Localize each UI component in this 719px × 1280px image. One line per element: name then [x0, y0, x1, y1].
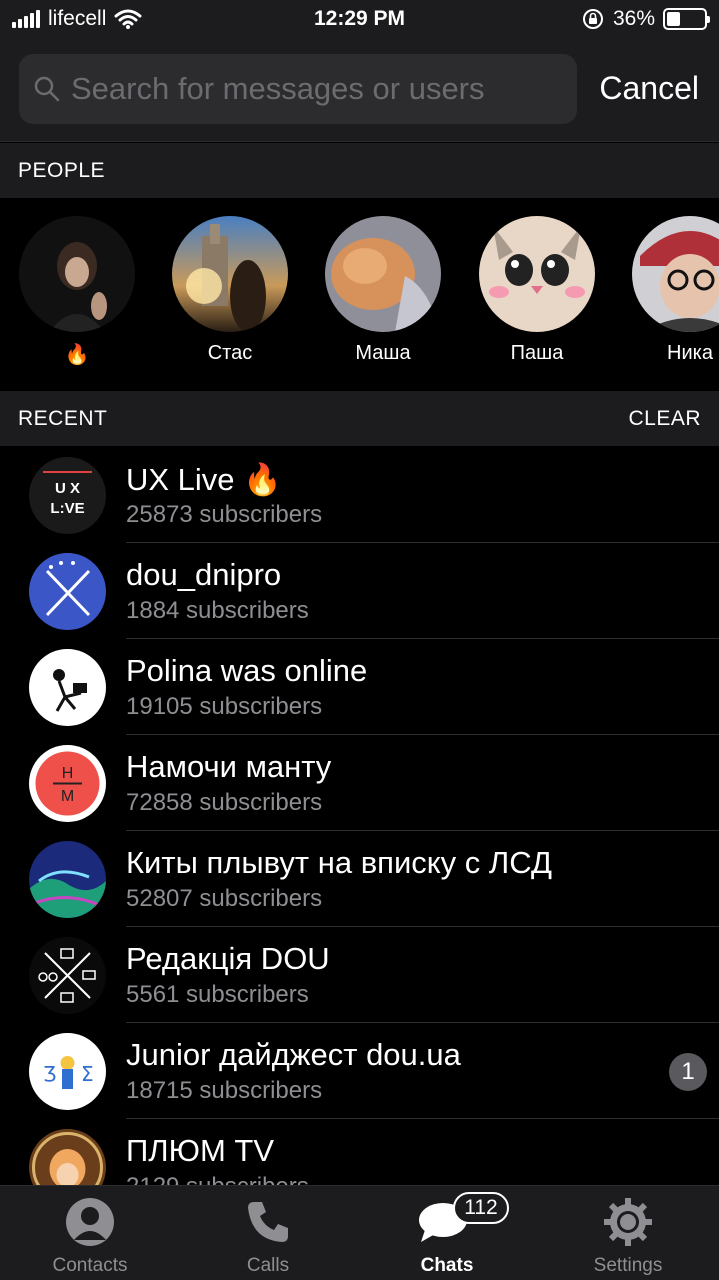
tab-bar: Contacts Calls 112 Chats Settings — [0, 1185, 719, 1280]
battery-fill — [667, 12, 680, 26]
person-name: 🔥 — [64, 344, 90, 366]
clear-button[interactable]: CLEAR — [628, 407, 701, 431]
avatar: U X L:VE — [29, 457, 106, 534]
search-header: Cancel — [0, 40, 719, 142]
avatar — [479, 216, 595, 332]
person-name: Паша — [510, 342, 564, 364]
list-item[interactable]: dou_dnipro 1884 subscribers — [0, 543, 719, 639]
search-screen: lifecell 12:29 PM 36% Search for message… — [0, 0, 719, 1280]
tab-calls[interactable]: Calls — [178, 1186, 358, 1280]
orientation-lock-icon — [582, 9, 603, 29]
list-item[interactable]: ПЛЮМ TV 2129 subscribers — [0, 1119, 719, 1185]
battery-icon — [663, 8, 710, 30]
tab-label: Settings — [593, 1255, 663, 1276]
status-right: 36% — [581, 7, 710, 31]
tab-settings[interactable]: Settings — [538, 1186, 718, 1280]
search-box[interactable] — [19, 54, 577, 124]
avatar-text: L:VE — [50, 500, 84, 517]
person-item[interactable]: Паша — [479, 216, 595, 365]
item-title: ПЛЮМ TV — [126, 1133, 274, 1168]
tab-label: Chats — [420, 1255, 474, 1276]
avatar: Ʒ Σ — [29, 1033, 106, 1110]
item-subtitle: 18715 subscribers — [126, 1077, 323, 1104]
item-subtitle: 25873 subscribers — [126, 501, 323, 528]
person-item[interactable]: Стас — [172, 216, 288, 365]
gear-icon — [604, 1198, 652, 1246]
item-subtitle: 1884 subscribers — [126, 597, 309, 624]
people-section-header: PEOPLE — [0, 143, 719, 198]
avatar: Н М — [29, 745, 106, 822]
item-title: Polina was online — [126, 653, 368, 688]
item-title: Намочи манту — [126, 749, 332, 784]
avatar — [29, 649, 106, 726]
person-item[interactable]: Маша — [325, 216, 441, 365]
item-title: Киты плывут на вписку с ЛСД — [126, 845, 552, 880]
avatar — [29, 937, 106, 1014]
item-title: dou_dnipro — [126, 557, 282, 592]
item-subtitle: 72858 subscribers — [126, 789, 323, 816]
list-item[interactable]: U X L:VE UX Live 🔥 25873 subscribers — [0, 447, 719, 543]
search-input[interactable] — [71, 71, 571, 107]
avatar — [29, 1129, 106, 1185]
tab-label: Calls — [246, 1255, 290, 1276]
item-title: UX Live 🔥 — [126, 462, 282, 497]
item-subtitle: 19105 subscribers — [126, 693, 323, 720]
search-icon — [34, 76, 60, 102]
chats-badge: 112 — [453, 1192, 509, 1224]
person-name: Маша — [355, 342, 411, 364]
avatar — [29, 841, 106, 918]
avatar-text: Н — [62, 765, 74, 782]
tab-contacts[interactable]: Contacts — [0, 1186, 180, 1280]
cancel-button[interactable]: Cancel — [599, 70, 699, 107]
list-item[interactable]: Ʒ Σ Junior дайджест dou.ua 18715 subscri… — [0, 1023, 719, 1119]
avatar-text: U X — [55, 480, 80, 497]
phone-icon — [248, 1202, 288, 1242]
status-bar: lifecell 12:29 PM 36% — [0, 0, 719, 40]
avatar — [29, 553, 106, 630]
unread-badge: 1 — [669, 1053, 707, 1091]
people-row[interactable]: 🔥 Стас Маша Паша Ника — [0, 198, 719, 390]
tab-label: Contacts — [52, 1255, 128, 1276]
item-subtitle: 2129 subscribers — [126, 1173, 309, 1185]
list-item[interactable]: Редакція DOU 5561 subscribers — [0, 927, 719, 1023]
avatar — [325, 216, 441, 332]
person-item[interactable]: Ника — [632, 216, 719, 365]
avatar — [172, 216, 288, 332]
list-item[interactable]: Киты плывут на вписку с ЛСД 52807 subscr… — [0, 831, 719, 927]
battery-percent: 36% — [612, 7, 655, 30]
item-title: Junior дайджест dou.ua — [126, 1037, 461, 1072]
person-item[interactable]: 🔥 — [19, 216, 135, 367]
person-icon — [66, 1198, 114, 1246]
recent-header-label: RECENT — [18, 406, 108, 430]
list-item[interactable]: Н М Намочи манту 72858 subscribers — [0, 735, 719, 831]
person-name: Стас — [207, 342, 253, 364]
avatar — [632, 216, 719, 332]
avatar-text: М — [61, 788, 74, 805]
avatar — [19, 216, 135, 332]
person-name: Ника — [667, 342, 713, 364]
item-subtitle: 52807 subscribers — [126, 885, 323, 912]
recent-list: U X L:VE UX Live 🔥 25873 subscribers dou… — [0, 447, 719, 1185]
svg-text:Ʒ: Ʒ — [43, 1062, 56, 1086]
people-header-label: PEOPLE — [18, 158, 106, 182]
item-title: Редакція DOU — [126, 941, 330, 976]
item-subtitle: 5561 subscribers — [126, 981, 309, 1008]
list-item[interactable]: Polina was online 19105 subscribers — [0, 639, 719, 735]
svg-text:Σ: Σ — [81, 1062, 94, 1086]
recent-section-header: RECENT CLEAR — [0, 391, 719, 446]
tab-chats[interactable]: 112 Chats — [357, 1186, 537, 1280]
